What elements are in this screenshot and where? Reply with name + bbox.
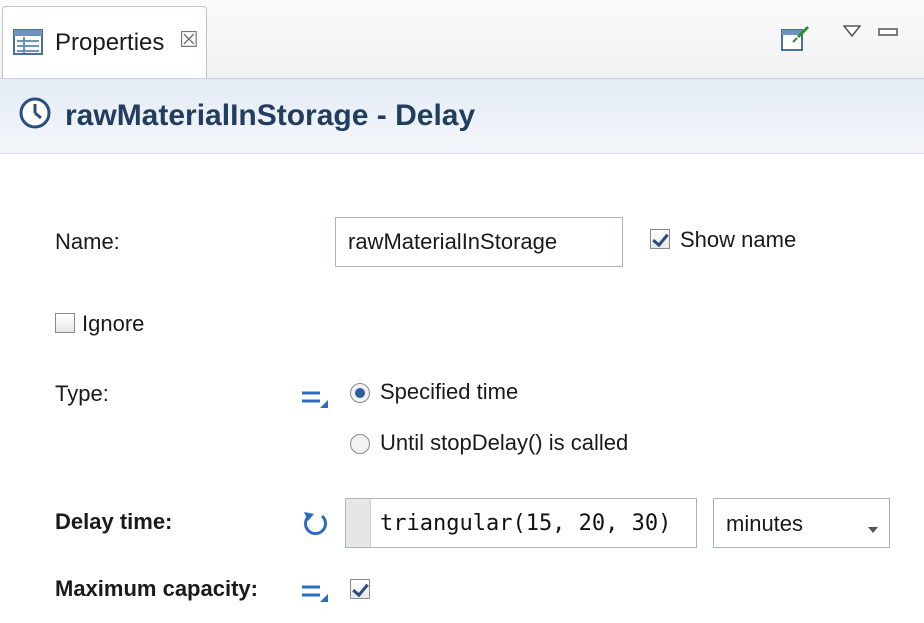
tab-label: Properties (55, 29, 165, 56)
max-capacity-checkbox[interactable] (350, 579, 370, 599)
properties-header: rawMaterialInStorage - Delay (0, 79, 924, 154)
delay-time-input[interactable]: triangular(15, 20, 30) (345, 498, 697, 548)
delay-time-label: Delay time: (55, 509, 173, 534)
max-capacity-label: Maximum capacity: (55, 576, 258, 601)
ignore-label: Ignore (82, 311, 145, 336)
pin-icon[interactable] (780, 24, 810, 57)
static-value-icon[interactable] (300, 580, 330, 609)
type-option-label: Specified time (380, 379, 519, 404)
type-label: Type: (55, 381, 109, 406)
show-name-label: Show name (680, 227, 797, 252)
name-input[interactable]: rawMaterialInStorage (335, 217, 623, 267)
dynamic-value-icon[interactable] (300, 508, 330, 543)
chevron-down-icon[interactable] (867, 521, 879, 539)
type-specified-time-radio[interactable] (350, 383, 370, 403)
show-name-checkbox[interactable] (650, 229, 670, 249)
tab-properties[interactable]: Properties ☒ (2, 6, 207, 78)
editor-gutter (346, 499, 371, 547)
close-icon[interactable]: ☒ (179, 27, 199, 53)
name-label: Name: (55, 229, 120, 254)
view-menu-icon[interactable] (842, 24, 862, 42)
clock-icon (18, 96, 52, 135)
static-value-icon[interactable] (300, 386, 330, 415)
delay-time-expression: triangular(15, 20, 30) (380, 511, 672, 536)
minimize-icon[interactable] (878, 24, 898, 42)
type-option-label: Until stopDelay() is called (380, 430, 629, 455)
properties-view-icon (13, 29, 43, 60)
ignore-checkbox[interactable] (55, 313, 75, 333)
type-until-stopdelay-radio[interactable] (350, 434, 370, 454)
delay-time-unit-select[interactable]: minutes (713, 498, 890, 548)
view-tab-bar: Properties ☒ (0, 0, 924, 79)
page-title: rawMaterialInStorage - Delay (65, 99, 476, 132)
delay-time-unit-value: minutes (726, 511, 804, 536)
